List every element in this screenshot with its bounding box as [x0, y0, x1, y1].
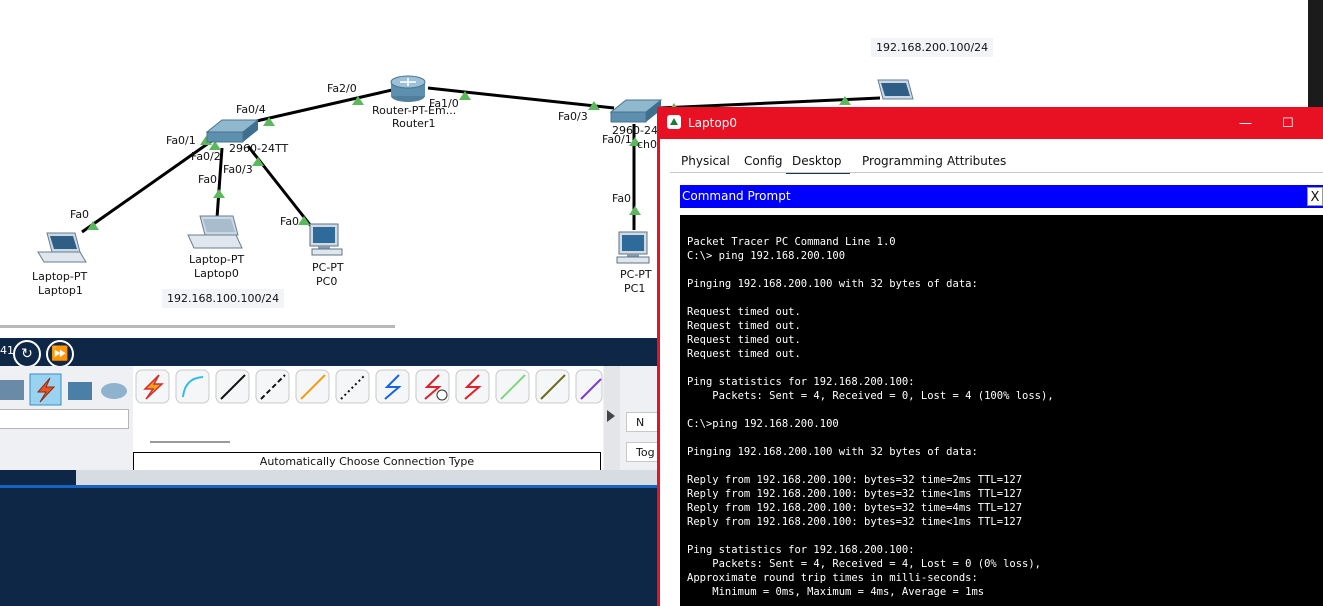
router-icon[interactable]	[390, 75, 426, 102]
laptop1-type-label: Laptop-PT	[32, 270, 88, 283]
tab-physical[interactable]: Physical	[675, 150, 736, 172]
window-title: Laptop0	[688, 116, 737, 130]
terminal-output: Packet Tracer PC Command Line 1.0 C:\> p…	[687, 236, 1054, 598]
device-category-icons	[0, 373, 127, 406]
ip-note-right[interactable]: 192.168.200.100/24	[871, 38, 994, 57]
port-label: Fa0	[70, 208, 90, 221]
port-label: Fa0/3	[223, 163, 253, 176]
port-label: Fa0	[280, 215, 300, 228]
new-scenario-button[interactable]: N	[626, 412, 660, 432]
switch-left-icon[interactable]	[205, 119, 260, 143]
tabs-divider	[670, 172, 1323, 173]
port-label: Fa0	[612, 192, 632, 205]
realtime-bar	[0, 338, 660, 366]
connection-automatic-icon[interactable]	[135, 369, 170, 404]
terminal-console[interactable]: Packet Tracer PC Command Line 1.0 C:\> p…	[680, 215, 1323, 606]
pc1-type-label: PC-PT	[620, 268, 652, 281]
minimize-button[interactable]: —	[1239, 116, 1252, 131]
switch-right-name-label: ch0	[637, 138, 658, 151]
connection-phone-icon[interactable]	[335, 369, 370, 404]
canvas-scrollbar[interactable]	[0, 325, 395, 328]
port-label: Fa0/2	[191, 150, 221, 163]
connection-cross-over-icon[interactable]	[255, 369, 290, 404]
connection-fiber-icon[interactable]	[295, 369, 330, 404]
reset-time-icon[interactable]: ↻	[13, 340, 41, 368]
connection-coaxial-icon[interactable]	[375, 369, 410, 404]
laptop1-icon[interactable]	[37, 232, 87, 263]
switch-right-icon[interactable]	[609, 99, 663, 123]
connection-usb-icon[interactable]	[575, 369, 603, 404]
switch-left-model-label: 2960-24TT	[229, 142, 289, 155]
connection-panel-scrollbar[interactable]	[150, 441, 230, 443]
laptop0-icon[interactable]	[187, 215, 243, 249]
laptop1-name-label: Laptop1	[38, 284, 83, 297]
cloud-category-icon[interactable]	[101, 383, 127, 399]
background-window-edge	[1292, 0, 1323, 108]
maximize-button[interactable]: ☐	[1282, 116, 1294, 131]
port-label: Fa0/4	[236, 103, 266, 116]
time-display: 41	[0, 344, 14, 357]
pc0-type-label: PC-PT	[312, 261, 344, 274]
connection-type-status: Automatically Choose Connection Type	[133, 452, 601, 471]
connection-serial-dte-icon[interactable]	[455, 369, 490, 404]
pc1-name-label: PC1	[624, 282, 646, 295]
port-label: Fa0/1	[166, 134, 196, 147]
status-strip	[0, 470, 660, 489]
device-search-field[interactable]	[0, 409, 129, 429]
connection-serial-dce-icon[interactable]	[415, 369, 450, 404]
packet-tracer-app-icon	[667, 115, 681, 129]
window-titlebar[interactable]	[657, 107, 1323, 139]
laptop-right-icon[interactable]	[877, 79, 914, 100]
taskbar-area	[0, 488, 660, 606]
misc-category-icon[interactable]	[68, 382, 92, 400]
pc0-name-label: PC0	[316, 275, 338, 288]
command-prompt-titlebar: Command Prompt	[680, 185, 1323, 208]
end-devices-icon[interactable]	[0, 380, 24, 400]
command-prompt-close-button[interactable]: X	[1307, 187, 1323, 206]
connection-straight-through-icon[interactable]	[215, 369, 250, 404]
link-switch-router[interactable]	[251, 88, 393, 124]
fast-forward-icon[interactable]: ⏩	[46, 340, 74, 368]
connection-octal-icon[interactable]	[495, 369, 530, 404]
tab-programming[interactable]: Programming	[856, 150, 949, 172]
connection-iot-custom-icon[interactable]	[535, 369, 570, 404]
toggle-pdu-button[interactable]: Tog	[626, 442, 660, 462]
connection-types-row	[135, 369, 603, 404]
pc0-icon[interactable]	[309, 223, 343, 256]
connection-console-icon[interactable]	[175, 369, 210, 404]
port-label: Fa2/0	[327, 82, 357, 95]
tab-desktop[interactable]: Desktop	[786, 150, 850, 174]
pc1-icon[interactable]	[616, 231, 650, 264]
router-type-label: Router-PT-Em...	[372, 104, 457, 117]
expand-panel-arrow-icon[interactable]	[604, 366, 620, 470]
laptop0-name-label: Laptop0	[194, 267, 239, 280]
tab-config[interactable]: Config	[738, 150, 789, 172]
laptop0-type-label: Laptop-PT	[189, 253, 245, 266]
router-name-label: Router1	[392, 117, 436, 130]
port-label: Fa0	[198, 173, 218, 186]
port-label: Fa0/3	[558, 110, 588, 123]
ip-note-left[interactable]: 192.168.100.100/24	[162, 289, 285, 308]
tab-attributes[interactable]: Attributes	[941, 150, 1012, 172]
